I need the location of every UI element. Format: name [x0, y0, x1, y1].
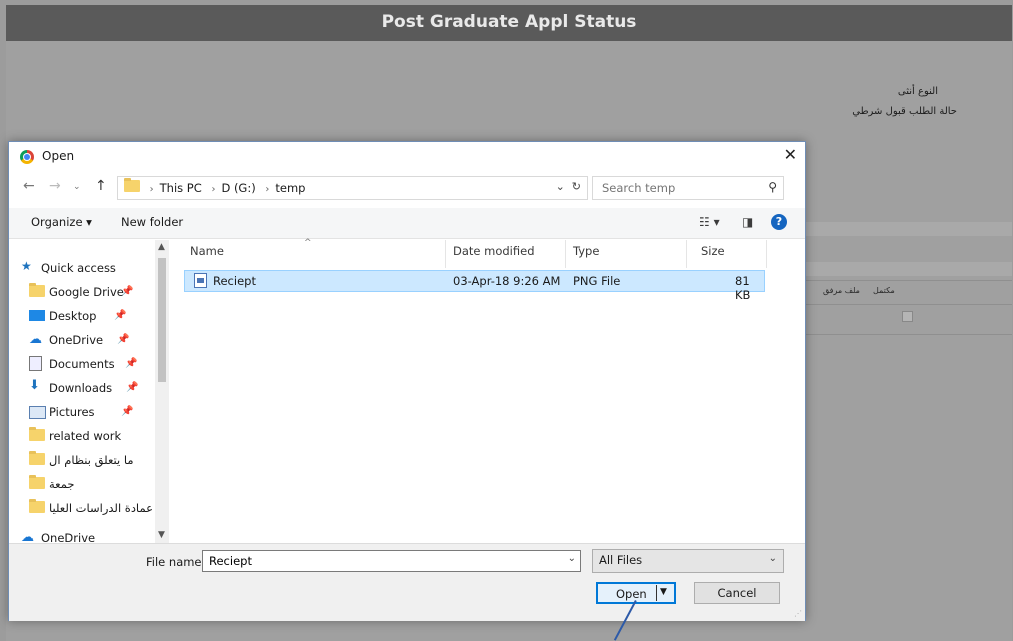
scroll-thumb[interactable]	[158, 258, 166, 382]
bg-line	[790, 334, 1012, 335]
downloads-icon: ⬇	[29, 378, 40, 393]
navigation-pane: ★ Quick access Google Drive 📌 Desktop 📌 …	[21, 259, 153, 543]
split-divider	[656, 585, 657, 601]
folder-icon	[29, 475, 45, 489]
complete-header: مكتمل	[873, 286, 895, 295]
command-bar: Organize ▾ New folder ☷ ▾ ◨ ?	[9, 208, 805, 239]
dropdown-arrow-icon[interactable]: ▼	[660, 587, 667, 597]
refresh-icon[interactable]: ⌄ ↻	[556, 180, 581, 193]
request-status-label: حالة الطلب قبول شرطي	[852, 106, 957, 117]
bg-strip	[790, 262, 1012, 276]
file-name-label: File name:	[146, 555, 206, 569]
folder-icon	[29, 499, 45, 513]
search-box[interactable]: ⚲	[592, 176, 784, 200]
scroll-up-icon[interactable]: ▲	[158, 242, 165, 252]
image-file-icon	[194, 273, 207, 288]
back-arrow-icon[interactable]: ←	[23, 178, 35, 194]
nav-scrollbar[interactable]: ▲ ▼	[155, 240, 169, 543]
bg-line	[790, 304, 1012, 305]
file-name-combobox[interactable]: ⌄	[202, 550, 581, 572]
help-icon[interactable]: ?	[771, 214, 787, 230]
folder-icon	[29, 427, 45, 441]
page-title: Post Graduate Appl Status	[381, 12, 637, 32]
file-type-select[interactable]: All Files ⌄	[592, 549, 784, 573]
chevron-down-icon[interactable]: ⌄	[568, 553, 576, 564]
pin-icon: 📌	[121, 406, 134, 417]
file-row[interactable]: Reciept 03-Apr-18 9:26 AM PNG File 81 KB	[184, 270, 765, 302]
pin-icon: 📌	[126, 382, 139, 393]
file-size: 81 KB	[735, 274, 751, 302]
column-divider	[445, 240, 446, 268]
scroll-down-icon[interactable]: ▼	[158, 530, 165, 540]
bg-strip	[790, 222, 1012, 236]
dialog-footer: File name: ⌄ All Files ⌄ Open ▼ Cancel ⋰	[9, 543, 805, 621]
page-header: Post Graduate Appl Status	[6, 5, 1012, 41]
bg-line	[790, 280, 1012, 281]
onedrive-icon: ☁	[29, 332, 42, 347]
file-type-value: All Files	[599, 553, 643, 567]
column-name[interactable]: Name	[190, 244, 224, 266]
breadcrumb-this-pc[interactable]: This PC	[160, 181, 202, 195]
column-divider	[766, 240, 767, 268]
file-list: Name ^ Date modified Type Size Reciept 0…	[170, 238, 805, 543]
organize-menu[interactable]: Organize ▾	[31, 215, 92, 229]
pin-icon: 📌	[121, 286, 134, 297]
preview-pane-icon[interactable]: ◨	[742, 215, 753, 229]
file-name: Reciept	[213, 274, 256, 288]
desktop-icon	[29, 310, 45, 321]
cancel-button[interactable]: Cancel	[694, 582, 780, 604]
attached-file-header: ملف مرفق	[823, 286, 860, 295]
column-type[interactable]: Type	[573, 244, 599, 266]
chevron-down-icon: ⌄	[768, 553, 777, 564]
pin-icon: 📌	[114, 310, 127, 321]
documents-icon	[29, 356, 42, 371]
breadcrumb-drive[interactable]: D (G:)	[221, 181, 255, 195]
recent-chevron-icon[interactable]: ⌄	[73, 182, 81, 192]
gender-label: النوع أنثى	[897, 86, 938, 97]
file-date: 03-Apr-18 9:26 AM	[453, 274, 561, 288]
dialog-title: Open	[42, 149, 75, 163]
folder-icon	[29, 283, 45, 297]
up-arrow-icon[interactable]: ↑	[95, 178, 107, 194]
address-row: ← → ⌄ ↑ ›This PC ›D (G:) ›temp ⌄ ↻ ⚲	[9, 174, 805, 202]
view-options-icon[interactable]: ☷ ▾	[699, 215, 720, 229]
sort-indicator-icon: ^	[304, 238, 312, 248]
column-size[interactable]: Size	[701, 244, 725, 266]
column-date-modified[interactable]: Date modified	[453, 244, 535, 266]
complete-checkbox[interactable]	[902, 311, 913, 322]
pin-icon: 📌	[117, 334, 130, 345]
open-file-dialog: Open ✕ ← → ⌄ ↑ › This PC › D (G:) › temp ⌄ …	[8, 141, 806, 621]
folder-icon	[29, 451, 45, 465]
column-divider	[565, 240, 566, 268]
dialog-titlebar: Open ✕	[9, 142, 805, 172]
forward-arrow-icon[interactable]: →	[49, 178, 61, 194]
onedrive-icon: ☁	[21, 530, 34, 543]
address-bar[interactable]: › This PC › D (G:) › temp ⌄ ↻	[117, 176, 588, 200]
resize-grip-icon[interactable]: ⋰	[794, 609, 802, 618]
folder-icon	[124, 178, 140, 192]
pictures-icon	[29, 406, 46, 419]
new-folder-button[interactable]: New folder	[121, 215, 183, 229]
chrome-icon	[20, 150, 34, 164]
file-type: PNG File	[573, 274, 621, 288]
search-icon: ⚲	[768, 180, 777, 194]
pin-icon: 📌	[125, 358, 138, 369]
breadcrumb: › This PC › D (G:) › temp	[124, 178, 305, 195]
breadcrumb-temp[interactable]: temp	[275, 181, 305, 195]
star-icon: ★	[21, 259, 32, 273]
search-input[interactable]	[600, 180, 754, 196]
close-icon[interactable]: ✕	[784, 145, 797, 164]
column-divider	[686, 240, 687, 268]
file-name-input[interactable]	[207, 553, 551, 569]
